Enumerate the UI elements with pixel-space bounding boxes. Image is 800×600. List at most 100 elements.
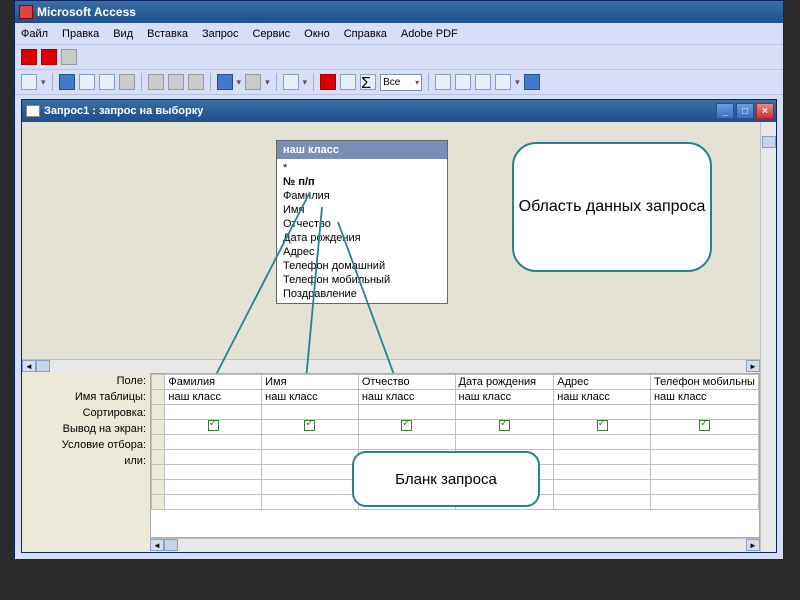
build-icon[interactable] (455, 74, 471, 90)
undo-icon[interactable] (217, 74, 233, 90)
grid-cell[interactable] (262, 450, 359, 465)
grid-cell[interactable]: наш класс (262, 390, 359, 405)
field-item[interactable]: * (277, 161, 447, 175)
grid-cell[interactable] (650, 435, 758, 450)
print-icon[interactable] (79, 74, 95, 90)
grid-cell[interactable] (554, 495, 651, 510)
help-icon[interactable] (524, 74, 540, 90)
grid-cell[interactable] (455, 420, 554, 435)
scroll-left-icon[interactable]: ◄ (150, 539, 164, 551)
menu-view[interactable]: Вид (113, 28, 133, 40)
scroll-right-icon[interactable]: ► (746, 360, 760, 372)
menu-window[interactable]: Окно (304, 28, 330, 40)
menu-query[interactable]: Запрос (202, 28, 238, 40)
run-icon[interactable] (320, 74, 336, 90)
top-values-combo[interactable]: Все (380, 74, 422, 91)
cut-icon[interactable] (148, 74, 164, 90)
grid-cell[interactable] (165, 420, 262, 435)
menu-help[interactable]: Справка (344, 28, 387, 40)
grid-cell[interactable] (455, 405, 554, 420)
grid-cell[interactable]: Имя (262, 375, 359, 390)
spell-icon[interactable] (119, 74, 135, 90)
grid-cell[interactable] (455, 435, 554, 450)
field-item[interactable]: Имя (277, 203, 447, 217)
minimize-button[interactable]: _ (716, 103, 734, 119)
grid-cell[interactable] (262, 420, 359, 435)
grid-cell[interactable] (358, 435, 455, 450)
field-item[interactable]: Отчество (277, 217, 447, 231)
field-item[interactable]: Поздравление (277, 287, 447, 301)
grid-cell[interactable]: Адрес (554, 375, 651, 390)
properties-icon[interactable] (435, 74, 451, 90)
grid-cell[interactable] (165, 480, 262, 495)
pdf-mail-icon[interactable] (41, 49, 57, 65)
field-list-box[interactable]: наш класс * № п/п Фамилия Имя Отчество Д… (276, 140, 448, 304)
totals-icon[interactable]: Σ (360, 74, 376, 90)
grid-hscrollbar[interactable]: ◄ ► (150, 538, 760, 552)
querytype-icon[interactable] (283, 74, 299, 90)
menu-file[interactable]: Файл (21, 28, 48, 40)
grid-cell[interactable] (358, 405, 455, 420)
query-data-area[interactable]: наш класс * № п/п Фамилия Имя Отчество Д… (22, 122, 776, 373)
grid-cell[interactable]: Телефон мобильны (650, 375, 758, 390)
grid-cell[interactable] (650, 450, 758, 465)
save-icon[interactable] (59, 74, 75, 90)
grid-cell[interactable] (650, 495, 758, 510)
grid-cell[interactable]: Дата рождения (455, 375, 554, 390)
grid-vscrollbar[interactable] (760, 373, 776, 552)
grid-cell[interactable] (262, 480, 359, 495)
menu-service[interactable]: Сервис (252, 28, 290, 40)
show-table-icon[interactable] (340, 74, 356, 90)
grid-cell[interactable] (165, 435, 262, 450)
grid-cell[interactable]: наш класс (455, 390, 554, 405)
hscrollbar[interactable]: ◄ ► (22, 359, 760, 373)
grid-cell[interactable] (650, 465, 758, 480)
copy-icon[interactable] (168, 74, 184, 90)
preview-icon[interactable] (99, 74, 115, 90)
maximize-button[interactable]: □ (736, 103, 754, 119)
menu-edit[interactable]: Правка (62, 28, 99, 40)
field-item[interactable]: Дата рождения (277, 231, 447, 245)
field-item[interactable]: Фамилия (277, 189, 447, 203)
grid-cell[interactable] (165, 465, 262, 480)
view-icon[interactable] (21, 74, 37, 90)
field-item[interactable]: Телефон мобильный (277, 273, 447, 287)
redo-icon[interactable] (245, 74, 261, 90)
grid-cell[interactable] (262, 435, 359, 450)
grid-cell[interactable] (650, 480, 758, 495)
grid-cell[interactable] (165, 495, 262, 510)
pdf-settings-icon[interactable] (61, 49, 77, 65)
grid-cell[interactable]: наш класс (358, 390, 455, 405)
grid-cell[interactable] (165, 450, 262, 465)
grid-cell[interactable] (554, 435, 651, 450)
grid-cell[interactable] (650, 420, 758, 435)
grid-cell[interactable] (554, 405, 651, 420)
scroll-left-icon[interactable]: ◄ (22, 360, 36, 372)
paste-icon[interactable] (188, 74, 204, 90)
grid-cell[interactable]: Фамилия (165, 375, 262, 390)
scroll-right-icon[interactable]: ► (746, 539, 760, 551)
grid-cell[interactable]: наш класс (650, 390, 758, 405)
grid-cell[interactable] (358, 420, 455, 435)
grid-cell[interactable]: наш класс (165, 390, 262, 405)
grid-cell[interactable] (650, 405, 758, 420)
field-item[interactable]: Адрес (277, 245, 447, 259)
grid-cell[interactable] (262, 405, 359, 420)
grid-cell[interactable]: Отчество (358, 375, 455, 390)
grid-cell[interactable] (554, 420, 651, 435)
new-object-icon[interactable] (495, 74, 511, 90)
grid-cell[interactable] (554, 465, 651, 480)
grid-cell[interactable] (262, 465, 359, 480)
grid-cell[interactable] (554, 480, 651, 495)
close-button[interactable]: × (756, 103, 774, 119)
grid-cell[interactable] (262, 495, 359, 510)
grid-cell[interactable]: наш класс (554, 390, 651, 405)
grid-cell[interactable] (554, 450, 651, 465)
menu-insert[interactable]: Вставка (147, 28, 188, 40)
field-item[interactable]: Телефон домашний (277, 259, 447, 273)
grid-cell[interactable] (165, 405, 262, 420)
db-window-icon[interactable] (475, 74, 491, 90)
vscrollbar[interactable] (760, 122, 776, 373)
field-item[interactable]: № п/п (277, 175, 447, 189)
menu-adobe-pdf[interactable]: Adobe PDF (401, 28, 458, 40)
